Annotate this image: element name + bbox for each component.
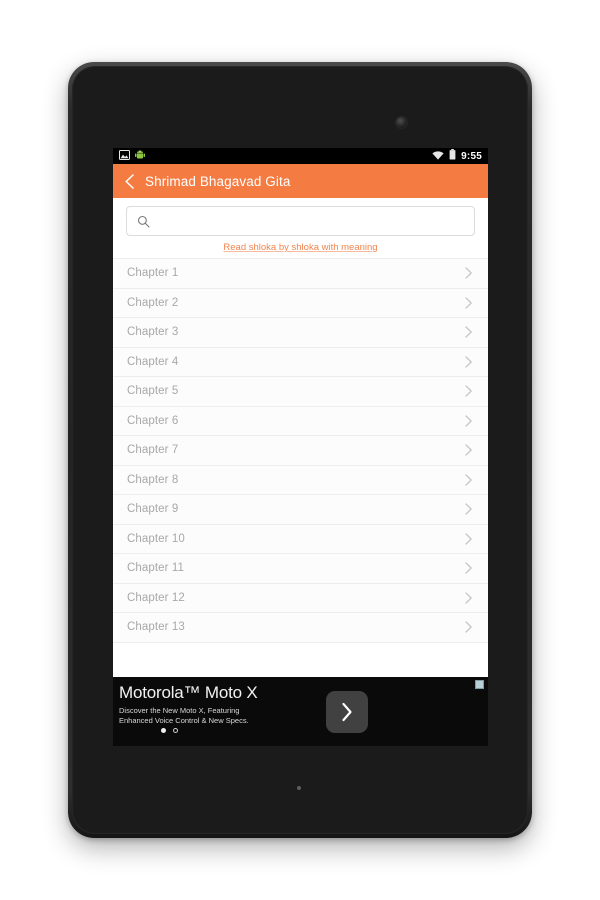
chapter-row[interactable]: Chapter 3: [113, 318, 488, 348]
device-screen: 9:55 Shrimad Bhagavad Gita Read shloka b…: [113, 148, 488, 746]
chevron-right-icon[interactable]: [463, 473, 474, 487]
screenshot-icon: [119, 148, 130, 165]
battery-icon: [449, 148, 456, 165]
ad-banner[interactable]: Motorola™ Moto X Discover the New Moto X…: [113, 677, 488, 746]
ad-subtitle: Discover the New Moto X, Featuring Enhan…: [119, 706, 258, 726]
chapter-label: Chapter 9: [127, 503, 179, 516]
ad-cta-button[interactable]: [326, 691, 368, 733]
chapter-row[interactable]: Chapter 11: [113, 554, 488, 584]
chevron-right-icon[interactable]: [463, 502, 474, 516]
android-icon: [135, 148, 145, 165]
page-title: Shrimad Bhagavad Gita: [145, 173, 291, 189]
chapter-label: Chapter 7: [127, 444, 179, 457]
ad-dot-active[interactable]: [161, 728, 166, 733]
chapter-row[interactable]: Chapter 1: [113, 259, 488, 289]
chapter-label: Chapter 4: [127, 355, 179, 368]
ad-carousel-dots[interactable]: [119, 728, 258, 733]
chapter-row[interactable]: Chapter 7: [113, 436, 488, 466]
app-content: Read shloka by shloka with meaning Chapt…: [113, 198, 488, 746]
chevron-right-icon[interactable]: [463, 266, 474, 280]
chapter-label: Chapter 10: [127, 532, 185, 545]
search-box[interactable]: [126, 206, 475, 236]
status-bar: 9:55: [113, 148, 488, 164]
chevron-right-icon[interactable]: [463, 414, 474, 428]
chapter-label: Chapter 12: [127, 591, 185, 604]
ad-dot-inactive[interactable]: [173, 728, 178, 733]
ad-subtitle-line-2: Enhanced Voice Control & New Specs.: [119, 716, 249, 725]
chapter-row[interactable]: Chapter 10: [113, 524, 488, 554]
search-input[interactable]: [157, 214, 464, 228]
search-area: [113, 198, 488, 236]
chapter-row[interactable]: Chapter 12: [113, 583, 488, 613]
chevron-right-icon[interactable]: [463, 296, 474, 310]
chevron-right-icon[interactable]: [463, 355, 474, 369]
status-bar-left-icons: [119, 148, 145, 165]
chevron-right-icon: [342, 702, 352, 722]
chapter-row[interactable]: Chapter 5: [113, 377, 488, 407]
chapter-row[interactable]: Chapter 13: [113, 613, 488, 643]
tablet-device: 9:55 Shrimad Bhagavad Gita Read shloka b…: [68, 62, 532, 838]
chevron-right-icon[interactable]: [463, 532, 474, 546]
chapter-list[interactable]: Chapter 1 Chapter 2 Chapter 3 Chapter 4 Chap…: [113, 258, 488, 643]
chevron-right-icon[interactable]: [463, 443, 474, 457]
chapter-label: Chapter 8: [127, 473, 179, 486]
status-bar-right-icons: 9:55: [432, 148, 482, 165]
wifi-icon: [432, 148, 444, 165]
front-camera-icon: [396, 117, 407, 128]
ad-subtitle-line-1: Discover the New Moto X, Featuring: [119, 706, 240, 715]
app-bar: Shrimad Bhagavad Gita: [113, 164, 488, 198]
back-chevron-icon[interactable]: [123, 173, 136, 190]
chevron-right-icon[interactable]: [463, 384, 474, 398]
chapter-row[interactable]: Chapter 6: [113, 406, 488, 436]
chapter-row[interactable]: Chapter 8: [113, 465, 488, 495]
bottom-dot-icon: [297, 786, 301, 790]
chapter-row[interactable]: Chapter 9: [113, 495, 488, 525]
chapter-label: Chapter 1: [127, 267, 179, 280]
chevron-right-icon[interactable]: [463, 561, 474, 575]
adchoices-icon[interactable]: [475, 680, 484, 689]
chapter-label: Chapter 13: [127, 621, 185, 634]
tagline-text[interactable]: Read shloka by shloka with meaning: [113, 236, 488, 258]
ad-text-block: Motorola™ Moto X Discover the New Moto X…: [119, 683, 258, 733]
chapter-row[interactable]: Chapter 2: [113, 288, 488, 318]
search-icon: [137, 215, 150, 228]
chapter-row[interactable]: Chapter 4: [113, 347, 488, 377]
chapter-label: Chapter 11: [127, 562, 185, 575]
chapter-label: Chapter 5: [127, 385, 179, 398]
chevron-right-icon[interactable]: [463, 325, 474, 339]
status-bar-clock: 9:55: [461, 150, 482, 162]
chapter-label: Chapter 6: [127, 414, 179, 427]
chevron-right-icon[interactable]: [463, 591, 474, 605]
chapter-label: Chapter 2: [127, 296, 179, 309]
chapter-label: Chapter 3: [127, 326, 179, 339]
ad-title: Motorola™ Moto X: [119, 683, 258, 702]
chevron-right-icon[interactable]: [463, 620, 474, 634]
